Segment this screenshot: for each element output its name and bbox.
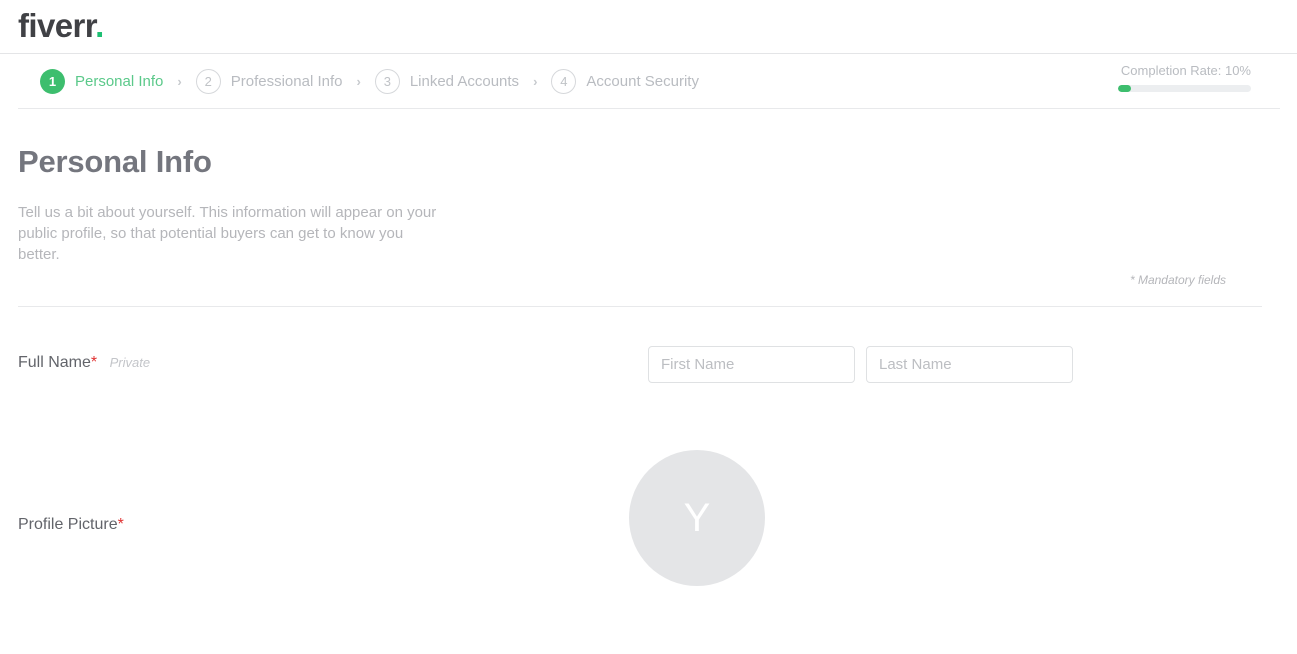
completion-progress-bar — [1118, 85, 1251, 92]
mandatory-fields-note: * Mandatory fields — [1129, 273, 1226, 287]
site-header: fiverr. — [0, 0, 1297, 54]
completion-rate: Completion Rate: 10% — [1118, 63, 1251, 92]
step-professional-info[interactable]: 2 Professional Info — [195, 68, 343, 94]
step-chevron-right-icon: › — [356, 73, 361, 89]
logo-dot: . — [95, 7, 104, 44]
profile-picture-label: Profile Picture* — [18, 508, 648, 534]
avatar-column: Y — [629, 450, 765, 644]
full-name-row: Full Name* Private — [18, 346, 1279, 383]
fiverr-logo[interactable]: fiverr. — [18, 9, 104, 42]
avatar-initial: Y — [683, 495, 711, 540]
step-number-badge: 1 — [40, 68, 65, 94]
completion-rate-label: Completion Rate: 10% — [1120, 63, 1251, 78]
full-name-label-text: Full Name — [18, 354, 91, 371]
full-name-label: Full Name* Private — [18, 346, 648, 372]
profile-picture-row: Profile Picture* Y — [18, 450, 1279, 644]
step-personal-info[interactable]: 1 Personal Info — [40, 68, 164, 94]
step-navigation: 1 Personal Info › 2 Professional Info › … — [0, 54, 1297, 108]
last-name-input[interactable] — [866, 346, 1073, 383]
step-number-badge: 2 — [195, 68, 221, 94]
profile-picture-label-text: Profile Picture — [18, 516, 118, 533]
step-list: 1 Personal Info › 2 Professional Info › … — [0, 54, 1297, 108]
page-title: Personal Info — [18, 144, 212, 179]
privacy-tag: Private — [109, 355, 151, 370]
step-chevron-right-icon: › — [533, 73, 538, 89]
completion-progress-fill — [1118, 85, 1132, 92]
required-asterisk: * — [90, 354, 98, 371]
avatar[interactable]: Y — [629, 450, 765, 586]
step-label: Personal Info — [75, 72, 164, 90]
step-number-badge: 3 — [374, 68, 400, 94]
step-label: Account Security — [586, 72, 699, 90]
step-number-badge: 4 — [551, 68, 577, 94]
first-name-input[interactable] — [648, 346, 855, 383]
stepnav-divider — [18, 108, 1280, 109]
required-asterisk: * — [117, 516, 124, 533]
logo-wordmark: fiverr — [18, 7, 96, 44]
page-description: Tell us a bit about yourself. This infor… — [18, 204, 437, 263]
step-label: Linked Accounts — [409, 72, 520, 90]
step-linked-accounts[interactable]: 3 Linked Accounts — [374, 68, 520, 94]
step-label: Professional Info — [230, 72, 343, 90]
main-content: Personal Info Tell us a bit about yourse… — [0, 144, 1297, 644]
step-account-security[interactable]: 4 Account Security — [551, 68, 699, 94]
step-chevron-right-icon: › — [177, 73, 182, 89]
form-top-divider — [18, 306, 1262, 307]
full-name-inputs — [648, 346, 1073, 383]
